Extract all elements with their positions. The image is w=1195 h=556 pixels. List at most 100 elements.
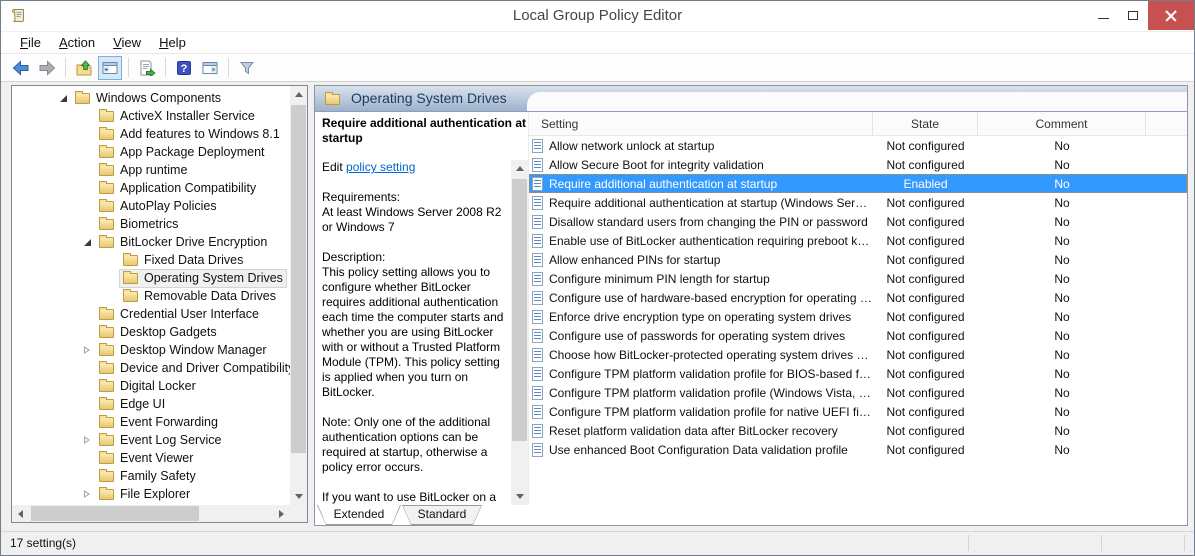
setting-row[interactable]: Configure TPM platform validation profil… <box>529 364 1187 383</box>
tree-item-operating-system-drives[interactable]: Operating System Drives <box>12 269 290 287</box>
folder-icon <box>99 237 114 248</box>
tree-item-app-package-deployment[interactable]: App Package Deployment <box>12 143 290 161</box>
expand-icon[interactable] <box>82 434 93 446</box>
setting-state: Not configured <box>873 196 978 210</box>
tree-item-file-explorer[interactable]: File Explorer <box>12 485 290 503</box>
setting-row[interactable]: Choose how BitLocker-protected operating… <box>529 345 1187 364</box>
edit-policy-line: Edit policy setting <box>322 160 504 175</box>
tree-item-bitlocker-drive-encryption[interactable]: BitLocker Drive Encryption <box>12 233 290 251</box>
setting-row[interactable]: Enforce drive encryption type on operati… <box>529 307 1187 326</box>
menu-help[interactable]: Help <box>150 33 195 52</box>
setting-row[interactable]: Configure use of hardware-based encrypti… <box>529 288 1187 307</box>
column-header-state[interactable]: State <box>873 112 978 135</box>
scroll-up-button[interactable] <box>290 86 307 103</box>
maximize-button[interactable] <box>1118 1 1148 30</box>
folder-icon <box>99 183 114 194</box>
expand-icon[interactable] <box>82 344 93 356</box>
policy-document-icon <box>532 386 543 400</box>
tree-vertical-scrollbar[interactable] <box>290 86 307 505</box>
menu-action[interactable]: Action <box>50 33 104 52</box>
tree-item-label: Family Safety <box>120 469 196 483</box>
tree-item-digital-locker[interactable]: Digital Locker <box>12 377 290 395</box>
policy-document-icon <box>532 196 543 210</box>
minimize-button[interactable] <box>1088 1 1118 30</box>
tree-item-removable-data-drives[interactable]: Removable Data Drives <box>12 287 290 305</box>
tree-item-event-viewer[interactable]: Event Viewer <box>12 449 290 467</box>
policy-document-icon <box>532 291 543 305</box>
setting-row[interactable]: Disallow standard users from changing th… <box>529 212 1187 231</box>
setting-row[interactable]: Enable use of BitLocker authentication r… <box>529 231 1187 250</box>
policy-setting-link[interactable]: policy setting <box>346 160 415 174</box>
tree-spacer <box>82 362 93 374</box>
tree-item-event-forwarding[interactable]: Event Forwarding <box>12 413 290 431</box>
tree-item-device-and-driver-compatibility[interactable]: Device and Driver Compatibility <box>12 359 290 377</box>
column-header-comment[interactable]: Comment <box>978 112 1146 135</box>
tree-item-application-compatibility[interactable]: Application Compatibility <box>12 179 290 197</box>
setting-row[interactable]: Allow enhanced PINs for startup Not confi… <box>529 250 1187 269</box>
column-header-setting[interactable]: Setting <box>529 112 873 135</box>
tree-item-desktop-gadgets[interactable]: Desktop Gadgets <box>12 323 290 341</box>
setting-row[interactable]: Require additional authentication at sta… <box>529 193 1187 212</box>
expand-collapse-icon[interactable] <box>58 92 69 104</box>
filter-button[interactable] <box>235 56 259 80</box>
scrollbar-thumb[interactable] <box>31 506 199 521</box>
back-button[interactable] <box>9 56 33 80</box>
tree-item-fixed-data-drives[interactable]: Fixed Data Drives <box>12 251 290 269</box>
close-button[interactable] <box>1148 1 1194 30</box>
tree-item-label: Add features to Windows 8.1 <box>120 127 280 141</box>
tree-item-add-features-to-windows-8-1[interactable]: Add features to Windows 8.1 <box>12 125 290 143</box>
tree-item-label: App runtime <box>120 163 187 177</box>
scroll-down-button[interactable] <box>290 488 307 505</box>
setting-row[interactable]: Use enhanced Boot Configuration Data val… <box>529 440 1187 459</box>
expand-collapse-icon[interactable] <box>82 236 93 248</box>
setting-name: Enforce drive encryption type on operati… <box>549 310 851 324</box>
setting-row[interactable]: Configure minimum PIN length for startup… <box>529 269 1187 288</box>
menu-view[interactable]: View <box>104 33 150 52</box>
tree-item-credential-user-interface[interactable]: Credential User Interface <box>12 305 290 323</box>
tree-item-label: Digital Locker <box>120 379 196 393</box>
up-one-level-button[interactable] <box>72 56 96 80</box>
tree-item-activex-installer-service[interactable]: ActiveX Installer Service <box>12 107 290 125</box>
setting-row[interactable]: Allow Secure Boot for integrity validati… <box>529 155 1187 174</box>
tab-standard[interactable]: Standard <box>402 505 482 525</box>
tree-item-autoplay-policies[interactable]: AutoPlay Policies <box>12 197 290 215</box>
show-console-tree-button[interactable] <box>98 56 122 80</box>
tab-extended[interactable]: Extended <box>317 505 401 525</box>
setting-row[interactable]: Reset platform validation data after Bit… <box>529 421 1187 440</box>
scrollbar-thumb[interactable] <box>512 179 527 441</box>
tree-item-windows-components[interactable]: Windows Components <box>12 89 290 107</box>
tree-item-family-safety[interactable]: Family Safety <box>12 467 290 485</box>
setting-row[interactable]: Configure use of passwords for operating… <box>529 326 1187 345</box>
description-scrollbar[interactable] <box>511 160 528 505</box>
scroll-down-button[interactable] <box>511 488 528 505</box>
scroll-up-button[interactable] <box>511 160 528 177</box>
setting-row[interactable]: Configure TPM platform validation profil… <box>529 383 1187 402</box>
expand-icon[interactable] <box>82 488 93 500</box>
toolbar-separator <box>228 58 229 77</box>
tree-item-app-runtime[interactable]: App runtime <box>12 161 290 179</box>
show-action-pane-button[interactable] <box>198 56 222 80</box>
tree-spacer <box>106 254 117 266</box>
scroll-left-button[interactable] <box>12 505 29 522</box>
scrollbar-corner <box>290 505 307 522</box>
setting-state: Enabled <box>873 177 978 191</box>
setting-state: Not configured <box>873 443 978 457</box>
help-button[interactable]: ? <box>172 56 196 80</box>
tree-item-desktop-window-manager[interactable]: Desktop Window Manager <box>12 341 290 359</box>
setting-name: Allow enhanced PINs for startup <box>549 253 720 267</box>
scrollbar-thumb[interactable] <box>291 105 306 453</box>
export-list-button[interactable] <box>135 56 159 80</box>
policy-document-icon <box>532 310 543 324</box>
setting-state: Not configured <box>873 253 978 267</box>
setting-row[interactable]: Require additional authentication at sta… <box>529 174 1187 193</box>
tree-item-biometrics[interactable]: Biometrics <box>12 215 290 233</box>
tree-item-edge-ui[interactable]: Edge UI <box>12 395 290 413</box>
scroll-right-button[interactable] <box>273 505 290 522</box>
setting-row[interactable]: Configure TPM platform validation profil… <box>529 402 1187 421</box>
tree-horizontal-scrollbar[interactable] <box>12 505 290 522</box>
forward-button[interactable] <box>35 56 59 80</box>
tree-item-event-log-service[interactable]: Event Log Service <box>12 431 290 449</box>
setting-row[interactable]: Allow network unlock at startupNot confi… <box>529 136 1187 155</box>
toolbar-separator <box>65 58 66 77</box>
menu-file[interactable]: File <box>11 33 50 52</box>
